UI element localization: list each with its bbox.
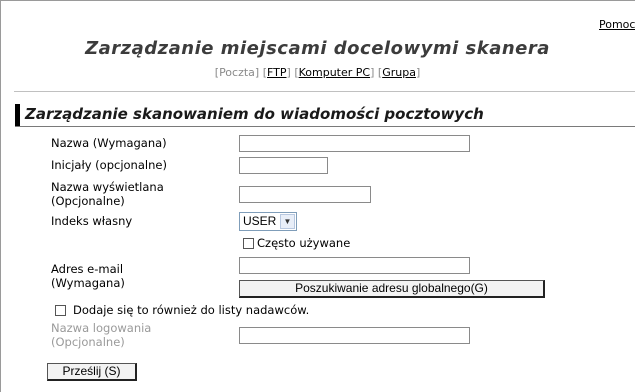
destination-type-nav: [Poczta] [FTP] [Komputer PC] [Grupa] bbox=[0, 66, 635, 79]
frequent-use-label: Często używane bbox=[257, 236, 351, 250]
display-name-input[interactable] bbox=[239, 186, 371, 203]
login-name-input[interactable] bbox=[239, 327, 470, 344]
frequent-use-checkbox[interactable] bbox=[243, 238, 254, 249]
custom-index-label: Indeks własny bbox=[51, 214, 133, 228]
nav-bracket-close: ] bbox=[415, 66, 421, 79]
email-label-line2: (Wymagana) bbox=[51, 276, 125, 290]
tab-email: Poczta bbox=[219, 66, 255, 79]
header-divider bbox=[14, 91, 635, 92]
tab-ftp[interactable]: FTP bbox=[267, 66, 287, 79]
display-name-label: Nazwa wyświetlana (Opcjonalne) bbox=[51, 180, 164, 208]
email-label: Adres e-mail (Wymagana) bbox=[51, 262, 125, 290]
email-input[interactable] bbox=[239, 257, 470, 274]
name-input[interactable] bbox=[239, 135, 470, 152]
help-link[interactable]: Pomoc bbox=[599, 18, 635, 31]
login-name-label-line2: (Opcjonalne) bbox=[51, 335, 125, 349]
login-name-label: Nazwa logowania (Opcjonalne) bbox=[51, 321, 151, 349]
email-label-line1: Adres e-mail bbox=[51, 262, 124, 276]
submit-button[interactable]: Prześlij (S) bbox=[47, 363, 137, 381]
tab-group[interactable]: Grupa bbox=[382, 66, 416, 79]
nav-bracket-close: ] bbox=[370, 66, 375, 79]
login-name-label-line1: Nazwa logowania bbox=[51, 321, 152, 335]
tab-desktop[interactable]: Komputer PC bbox=[299, 66, 370, 79]
global-address-search-button[interactable]: Poszukiwanie adresu globalnego(G) bbox=[239, 280, 545, 298]
add-to-sender-list-checkbox[interactable] bbox=[55, 305, 66, 316]
add-to-sender-list-label: Dodaje się to również do listy nadawców. bbox=[73, 303, 310, 317]
section-title: Zarządzanie skanowaniem do wiadomości po… bbox=[25, 105, 484, 123]
page-title: Zarządzanie miejscami docelowymi skanera bbox=[85, 38, 550, 59]
chevron-down-icon[interactable]: ▼ bbox=[280, 214, 295, 229]
nav-bracket-close: ] bbox=[254, 66, 260, 79]
display-name-label-line2: (Opcjonalne) bbox=[51, 194, 125, 208]
name-label: Nazwa (Wymagana) bbox=[51, 136, 167, 150]
nav-bracket-close: ] bbox=[286, 66, 291, 79]
initial-input[interactable] bbox=[239, 157, 328, 174]
initial-label: Inicjały (opcjonalne) bbox=[51, 158, 167, 172]
section-divider bbox=[15, 126, 635, 127]
display-name-label-line1: Nazwa wyświetlana bbox=[51, 180, 164, 194]
section-marker bbox=[15, 104, 20, 126]
custom-index-select[interactable]: USER 1 ▼ bbox=[239, 212, 297, 231]
